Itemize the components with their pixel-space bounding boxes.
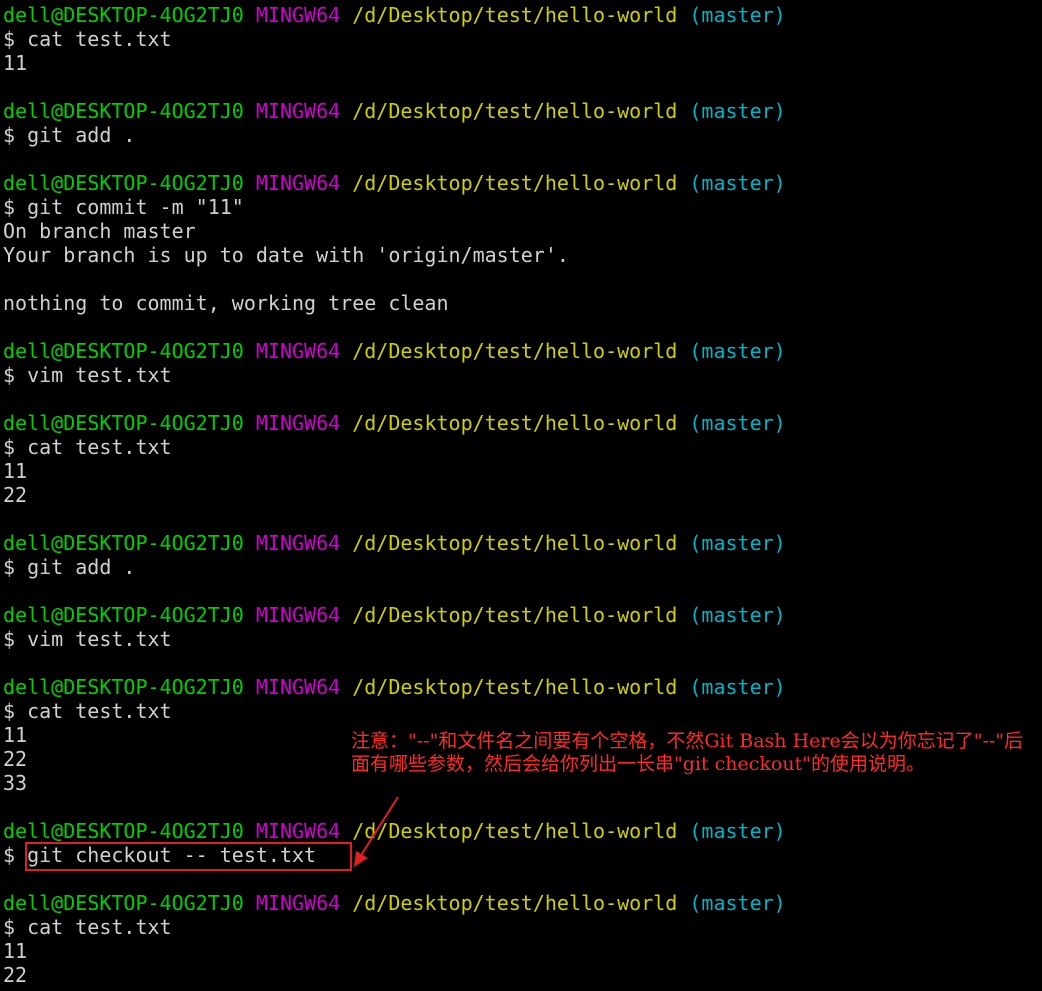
prompt-path: /d/Desktop/test/hello-world bbox=[352, 603, 678, 627]
prompt-system: MINGW64 bbox=[255, 171, 341, 195]
prompt-path: /d/Desktop/test/hello-world bbox=[352, 531, 678, 555]
annotation-note: 注意："--"和文件名之间要有个空格，不然Git Bash Here会以为你忘记… bbox=[351, 730, 1024, 775]
prompt-branch: (master) bbox=[689, 3, 786, 27]
prompt-path: /d/Desktop/test/hello-world bbox=[352, 411, 678, 435]
prompt-system: MINGW64 bbox=[255, 819, 341, 843]
prompt-user-host: dell@DESKTOP-4OG2TJ0 bbox=[3, 603, 244, 627]
prompt-path: /d/Desktop/test/hello-world bbox=[352, 675, 678, 699]
prompt-line: dell@DESKTOP-4OG2TJ0 MINGW64 /d/Desktop/… bbox=[3, 3, 1042, 27]
command-line: $ vim test.txt bbox=[3, 363, 172, 387]
prompt-path: /d/Desktop/test/hello-world bbox=[352, 3, 678, 27]
prompt-branch: (master) bbox=[689, 531, 786, 555]
prompt-system: MINGW64 bbox=[255, 3, 341, 27]
prompt-user-host: dell@DESKTOP-4OG2TJ0 bbox=[3, 99, 244, 123]
prompt-system: MINGW64 bbox=[255, 531, 341, 555]
output-line: 22 bbox=[3, 483, 28, 507]
prompt-line: dell@DESKTOP-4OG2TJ0 MINGW64 /d/Desktop/… bbox=[3, 891, 1042, 915]
prompt-user-host: dell@DESKTOP-4OG2TJ0 bbox=[3, 819, 244, 843]
prompt-line: dell@DESKTOP-4OG2TJ0 MINGW64 /d/Desktop/… bbox=[3, 675, 1042, 699]
prompt-system: MINGW64 bbox=[255, 411, 341, 435]
command-line: $ cat test.txt bbox=[3, 27, 172, 51]
prompt-branch: (master) bbox=[689, 891, 786, 915]
output-line: 11 bbox=[3, 939, 28, 963]
prompt-line: dell@DESKTOP-4OG2TJ0 MINGW64 /d/Desktop/… bbox=[3, 339, 1042, 363]
prompt-user-host: dell@DESKTOP-4OG2TJ0 bbox=[3, 531, 244, 555]
prompt-branch: (master) bbox=[689, 339, 786, 363]
command-highlight-box bbox=[25, 842, 352, 871]
prompt-branch: (master) bbox=[689, 819, 786, 843]
prompt-system: MINGW64 bbox=[255, 891, 341, 915]
prompt-system: MINGW64 bbox=[255, 339, 341, 363]
output-line: 22 bbox=[3, 963, 28, 987]
annotation-arrow-icon bbox=[354, 796, 399, 867]
prompt-line: dell@DESKTOP-4OG2TJ0 MINGW64 /d/Desktop/… bbox=[3, 603, 1042, 627]
prompt-user-host: dell@DESKTOP-4OG2TJ0 bbox=[3, 891, 244, 915]
prompt-line: dell@DESKTOP-4OG2TJ0 MINGW64 /d/Desktop/… bbox=[3, 819, 1042, 843]
prompt-line: dell@DESKTOP-4OG2TJ0 MINGW64 /d/Desktop/… bbox=[3, 99, 1042, 123]
command-line: $ cat test.txt bbox=[3, 435, 172, 459]
prompt-branch: (master) bbox=[689, 603, 786, 627]
prompt-system: MINGW64 bbox=[255, 99, 341, 123]
prompt-user-host: dell@DESKTOP-4OG2TJ0 bbox=[3, 411, 244, 435]
command-line: $ git commit -m "11" bbox=[3, 195, 244, 219]
prompt-branch: (master) bbox=[689, 411, 786, 435]
command-line: $ cat test.txt bbox=[3, 915, 172, 939]
prompt-branch: (master) bbox=[689, 675, 786, 699]
prompt-path: /d/Desktop/test/hello-world bbox=[352, 99, 678, 123]
output-line: On branch master bbox=[3, 219, 196, 243]
output-line: 11 bbox=[3, 459, 28, 483]
output-line: 11 bbox=[3, 51, 28, 75]
output-line: nothing to commit, working tree clean bbox=[3, 291, 449, 315]
prompt-branch: (master) bbox=[689, 99, 786, 123]
prompt-user-host: dell@DESKTOP-4OG2TJ0 bbox=[3, 3, 244, 27]
prompt-user-host: dell@DESKTOP-4OG2TJ0 bbox=[3, 339, 244, 363]
prompt-line: dell@DESKTOP-4OG2TJ0 MINGW64 /d/Desktop/… bbox=[3, 171, 1042, 195]
prompt-user-host: dell@DESKTOP-4OG2TJ0 bbox=[3, 675, 244, 699]
command-line: $ vim test.txt bbox=[3, 627, 172, 651]
command-line: $ git add . bbox=[3, 123, 136, 147]
prompt-line: dell@DESKTOP-4OG2TJ0 MINGW64 /d/Desktop/… bbox=[3, 531, 1042, 555]
prompt-path: /d/Desktop/test/hello-world bbox=[352, 339, 678, 363]
prompt-line: dell@DESKTOP-4OG2TJ0 MINGW64 /d/Desktop/… bbox=[3, 411, 1042, 435]
command-line: $ cat test.txt bbox=[3, 699, 172, 723]
prompt-path: /d/Desktop/test/hello-world bbox=[352, 891, 678, 915]
prompt-path: /d/Desktop/test/hello-world bbox=[352, 171, 678, 195]
command-line: $ git add . bbox=[3, 555, 136, 579]
prompt-user-host: dell@DESKTOP-4OG2TJ0 bbox=[3, 171, 244, 195]
prompt-branch: (master) bbox=[689, 171, 786, 195]
prompt-system: MINGW64 bbox=[255, 675, 341, 699]
output-line: Your branch is up to date with 'origin/m… bbox=[3, 243, 569, 267]
prompt-system: MINGW64 bbox=[255, 603, 341, 627]
